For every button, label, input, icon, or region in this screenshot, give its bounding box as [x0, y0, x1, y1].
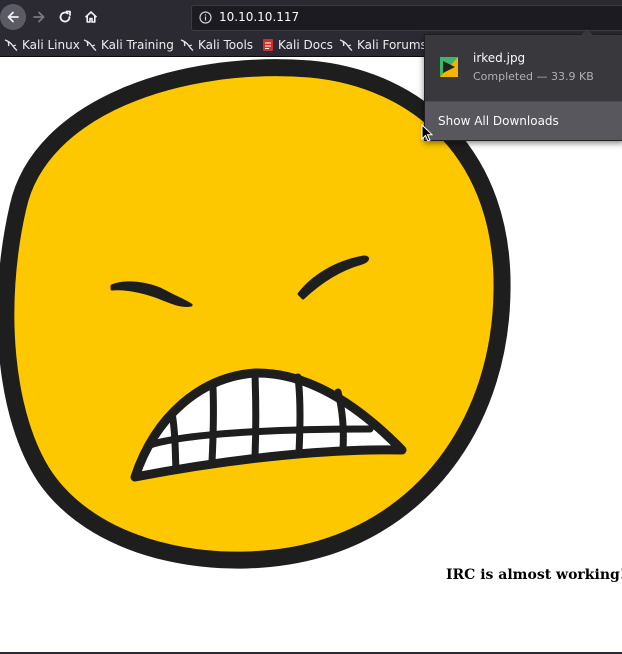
- page-message: IRC is almost working!: [446, 567, 622, 583]
- bookmark-kali-training[interactable]: Kali Training: [83, 37, 174, 53]
- kali-dragon-icon: [180, 39, 194, 52]
- back-arrow-icon: [7, 11, 19, 23]
- downloads-panel: irked.jpg Completed — 33.9 KB Show All D…: [424, 29, 622, 141]
- bookmark-kali-forums[interactable]: Kali Forums: [339, 37, 427, 53]
- reload-button[interactable]: [52, 4, 78, 30]
- url-text[interactable]: 10.10.10.117: [219, 10, 299, 24]
- show-all-downloads-button[interactable]: Show All Downloads: [425, 102, 622, 140]
- kali-dragon-icon: [339, 39, 353, 52]
- browser-toolbar: 10.10.10.117: [0, 0, 622, 34]
- mouse-cursor-icon: [421, 124, 433, 142]
- download-filename: irked.jpg: [473, 51, 526, 65]
- kali-dragon-icon: [83, 39, 97, 52]
- home-icon: [84, 11, 98, 23]
- url-bar[interactable]: 10.10.10.117: [191, 5, 622, 31]
- bookmark-kali-docs[interactable]: Kali Docs: [262, 37, 333, 53]
- bookmark-label: Kali Forums: [357, 38, 427, 52]
- bookmark-label: Kali Linux: [22, 38, 80, 52]
- back-button[interactable]: [0, 4, 26, 30]
- reload-icon: [59, 10, 71, 23]
- home-button[interactable]: [78, 4, 104, 30]
- bookmark-kali-linux[interactable]: Kali Linux: [4, 37, 80, 53]
- forward-button[interactable]: [26, 4, 52, 30]
- download-item[interactable]: irked.jpg Completed — 33.9 KB: [425, 35, 622, 101]
- web-page: IRC is almost working!: [0, 57, 622, 654]
- bookmark-label: Kali Docs: [278, 38, 333, 52]
- bookmark-label: Kali Tools: [198, 38, 254, 52]
- kali-dragon-icon: [4, 39, 18, 52]
- kali-docs-icon: [263, 39, 273, 51]
- download-status: Completed — 33.9 KB: [473, 70, 594, 83]
- show-all-downloads-label: Show All Downloads: [438, 114, 559, 128]
- bookmark-label: Kali Training: [101, 38, 174, 52]
- image-file-icon: [440, 57, 458, 77]
- forward-arrow-icon: [33, 11, 45, 23]
- site-info-icon[interactable]: [199, 11, 212, 24]
- bookmark-kali-tools[interactable]: Kali Tools: [180, 37, 253, 53]
